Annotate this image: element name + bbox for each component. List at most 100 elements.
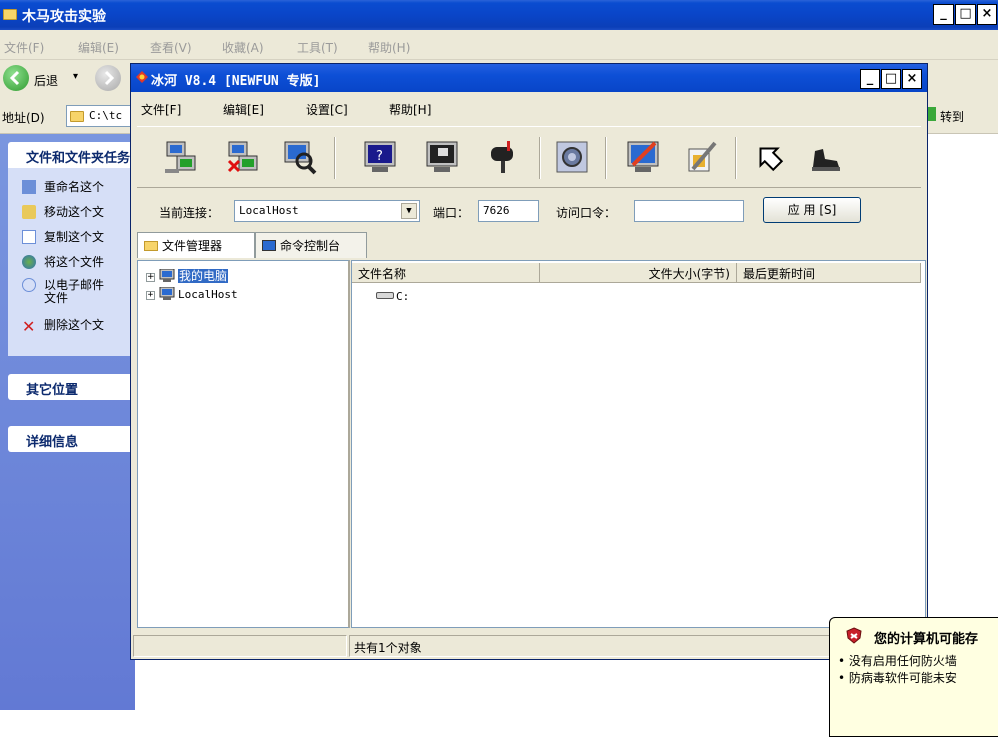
binghe-status-bar: 共有1个对象	[131, 632, 927, 659]
computer-icon	[159, 268, 175, 282]
column-header-size[interactable]: 文件大小(字节)	[540, 263, 737, 283]
binghe-window: 冰河 V8.4 [NEWFUN 专版] _ □ × 文件[F] 编辑[E] 设置…	[130, 63, 928, 660]
maximize-button[interactable]: □	[955, 4, 976, 25]
back-arrow-icon[interactable]	[3, 65, 29, 91]
svg-text:?: ?	[376, 149, 383, 164]
tab-file-manager[interactable]: 文件管理器	[137, 232, 255, 258]
file-list: 文件名称 文件大小(字节) 最后更新时间 C:	[351, 260, 926, 628]
minimize-button[interactable]: _	[933, 4, 954, 25]
close-button[interactable]: ×	[977, 4, 997, 25]
task-publish[interactable]: 将这个文件	[22, 253, 104, 270]
go-button[interactable]: 转到	[940, 108, 964, 125]
expand-icon[interactable]: +	[146, 273, 155, 282]
folder-icon	[3, 9, 17, 20]
menu-favorites[interactable]: 收藏(A)	[222, 39, 264, 56]
explorer-task-pane: 文件和文件夹任务 重命名这个 移动这个文 复制这个文 将这个文件 以电子邮件 文…	[0, 134, 148, 710]
binghe-title: 冰河 V8.4 [NEWFUN 专版]	[151, 74, 321, 89]
screen-control-icon[interactable]	[424, 139, 460, 175]
computer-icon	[262, 240, 276, 251]
list-item[interactable]: C:	[376, 290, 409, 303]
binghe-close-button[interactable]: ×	[902, 69, 922, 89]
bh-menu-file[interactable]: 文件[F]	[141, 101, 181, 118]
publish-icon	[22, 255, 36, 269]
computer-icon	[159, 286, 175, 300]
explorer-menu-bar: 文件(F) 编辑(E) 查看(V) 收藏(A) 工具(T) 帮助(H)	[0, 30, 998, 83]
task-email[interactable]: 以电子邮件 文件	[22, 278, 104, 304]
chevron-down-icon[interactable]: ▼	[401, 203, 417, 219]
tree-node-localhost[interactable]: + LocalHost	[146, 286, 238, 303]
up-icon[interactable]	[751, 139, 787, 175]
address-label: 地址(D)	[2, 111, 45, 125]
other-places-header[interactable]: 其它位置	[8, 374, 148, 400]
explorer-title: 木马攻击实验	[22, 9, 106, 25]
binghe-tab-strip: 文件管理器 命令控制台	[137, 232, 921, 258]
forward-arrow-icon[interactable]	[95, 65, 121, 91]
bh-menu-edit[interactable]: 编辑[E]	[223, 101, 264, 118]
expand-icon[interactable]: +	[146, 291, 155, 300]
file-tasks-header[interactable]: 文件和文件夹任务	[8, 142, 148, 168]
binghe-app-icon	[136, 71, 148, 83]
connection-label: 当前连接：	[159, 206, 220, 220]
explorer-title-bar: 木马攻击实验 _ □ ×	[0, 0, 998, 30]
search-icon[interactable]	[282, 139, 318, 175]
disconnect-icon[interactable]	[225, 139, 261, 175]
binghe-title-bar: 冰河 V8.4 [NEWFUN 专版] _ □ ×	[131, 64, 927, 92]
folder-icon	[70, 111, 84, 122]
password-label: 访问口令：	[556, 206, 617, 220]
port-input[interactable]: 7626	[478, 200, 539, 222]
rename-icon	[22, 180, 36, 194]
binghe-menu-bar: 文件[F] 编辑[E] 设置[C] 帮助[H]	[131, 92, 927, 122]
menu-view[interactable]: 查看(V)	[150, 39, 192, 56]
bh-menu-help[interactable]: 帮助[H]	[389, 101, 431, 118]
screen-capture-icon[interactable]: ?	[362, 139, 398, 175]
exit-icon[interactable]	[807, 139, 843, 175]
toolbar-separator	[605, 137, 607, 179]
status-cell-left	[133, 635, 347, 657]
toolbar-separator	[539, 137, 541, 179]
edit-icon[interactable]	[625, 139, 661, 175]
apply-button[interactable]: 应 用 [S]	[763, 197, 861, 223]
tab-command-console[interactable]: 命令控制台	[255, 232, 367, 258]
settings-icon[interactable]	[554, 139, 590, 175]
file-tasks-list: 重命名这个 移动这个文 复制这个文 将这个文件 以电子邮件 文件 ✕ 删除这个文	[8, 168, 148, 356]
mailbox-icon[interactable]	[487, 139, 523, 175]
address-input[interactable]: C:\tc	[66, 105, 134, 127]
binghe-maximize-button[interactable]: □	[881, 69, 901, 89]
menu-help[interactable]: 帮助(H)	[368, 39, 410, 56]
task-move[interactable]: 移动这个文	[22, 203, 104, 220]
folder-icon	[144, 241, 158, 251]
port-label: 端口：	[433, 206, 470, 220]
password-input[interactable]	[634, 200, 744, 222]
connection-bar: 当前连接： LocalHost ▼ 端口： 7626 访问口令： 应 用 [S]	[137, 190, 921, 230]
menu-tools[interactable]: 工具(T)	[297, 39, 338, 56]
shield-icon	[846, 627, 862, 644]
bh-menu-settings[interactable]: 设置[C]	[306, 101, 348, 118]
menu-edit[interactable]: 编辑(E)	[78, 39, 119, 56]
tools-icon[interactable]	[683, 139, 719, 175]
column-header-name[interactable]: 文件名称	[352, 263, 540, 283]
drive-icon	[376, 292, 394, 299]
tree-node-my-computer[interactable]: + 我的电脑	[146, 267, 229, 283]
back-button-label[interactable]: 后退	[34, 72, 58, 89]
balloon-title: 您的计算机可能存	[874, 632, 979, 647]
binghe-toolbar: ?	[137, 126, 921, 188]
connection-select[interactable]: LocalHost ▼	[234, 200, 420, 222]
email-icon	[22, 278, 36, 292]
address-value: C:\tc	[89, 109, 123, 122]
task-rename[interactable]: 重命名这个	[22, 178, 104, 195]
task-copy[interactable]: 复制这个文	[22, 228, 104, 245]
task-delete[interactable]: ✕ 删除这个文	[22, 316, 104, 335]
details-header[interactable]: 详细信息	[8, 426, 148, 452]
menu-file[interactable]: 文件(F)	[4, 39, 44, 56]
toolbar-separator	[735, 137, 737, 179]
toolbar-separator	[334, 137, 336, 179]
copy-icon	[22, 230, 36, 244]
chevron-down-icon[interactable]: ▾	[73, 71, 78, 82]
balloon-line: • 防病毒软件可能未安	[838, 671, 957, 685]
connect-icon[interactable]	[163, 139, 199, 175]
security-alert-balloon[interactable]: 您的计算机可能存 • 没有启用任何防火墙 • 防病毒软件可能未安	[829, 617, 998, 737]
binghe-minimize-button[interactable]: _	[860, 69, 880, 89]
column-header-modified[interactable]: 最后更新时间	[737, 263, 921, 283]
delete-icon: ✕	[22, 317, 36, 336]
drive-tree: + 我的电脑 + LocalHost	[137, 260, 350, 628]
